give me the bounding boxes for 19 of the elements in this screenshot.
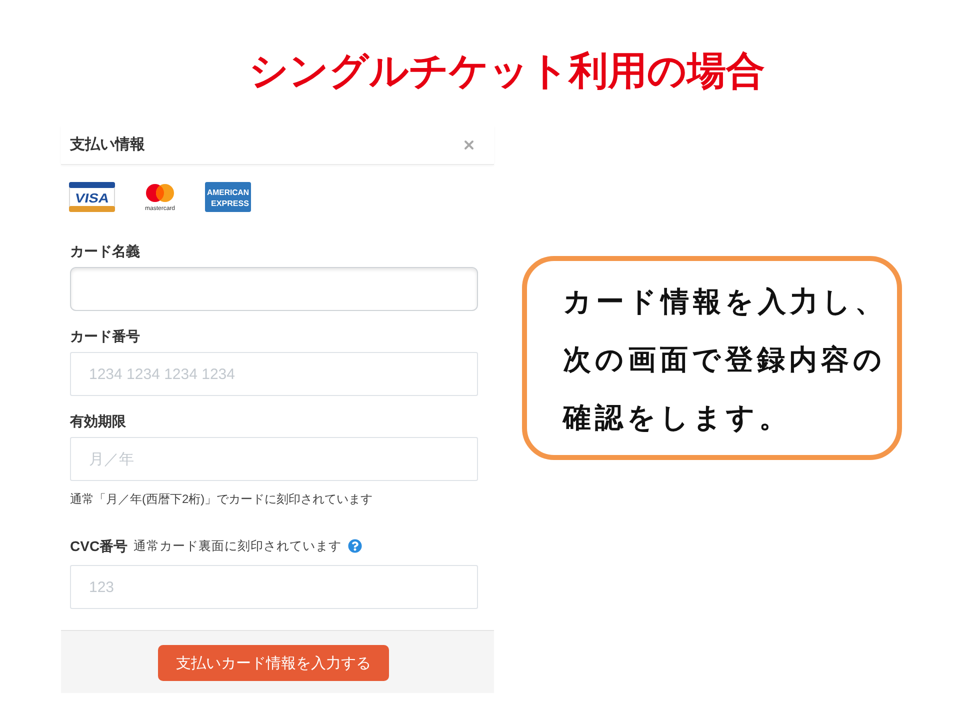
submit-button[interactable]: 支払いカード情報を入力する: [158, 645, 389, 681]
visa-logo: VISA: [69, 182, 115, 212]
field-hint: 通常「月／年(西暦下2桁)」でカードに刻印されています: [70, 491, 374, 507]
close-icon: [462, 138, 476, 152]
amex-logo: AMERICAN EXPRESS: [205, 182, 251, 212]
field-label: 有効期限: [70, 412, 126, 431]
field-note: 通常カード裏面に刻印されています: [134, 538, 342, 555]
help-icon[interactable]: [348, 539, 362, 553]
dialog-title: 支払い情報: [70, 134, 145, 154]
input-field[interactable]: 月／年: [70, 437, 478, 481]
callout-text: カード情報を入力し、次の画面で登録内容の確認をします。: [563, 285, 888, 435]
field-label: CVC番号: [70, 537, 128, 556]
input-field[interactable]: 123: [70, 565, 478, 609]
field-label: カード名義: [70, 242, 140, 261]
input-field[interactable]: 1234 1234 1234 1234: [70, 352, 478, 396]
close-button[interactable]: [462, 138, 476, 152]
input-field[interactable]: [70, 267, 478, 311]
page-title: シングルチケット利用の場合: [249, 49, 765, 95]
field-label: カード番号: [70, 327, 140, 346]
